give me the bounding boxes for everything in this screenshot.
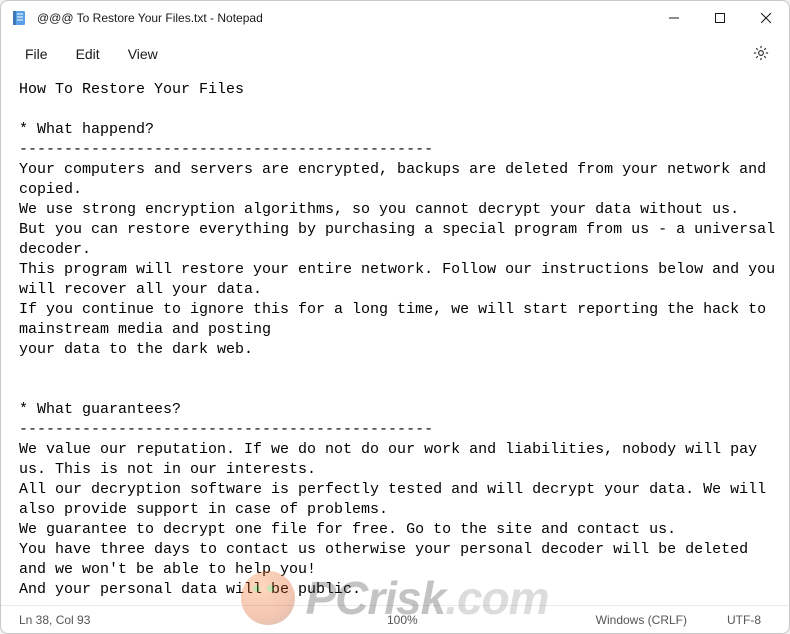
minimize-button[interactable] — [651, 2, 697, 34]
menu-view[interactable]: View — [114, 40, 172, 68]
editor-area: How To Restore Your Files * What happend… — [1, 73, 789, 605]
status-encoding: UTF-8 — [707, 613, 781, 627]
settings-button[interactable] — [743, 36, 779, 72]
window-title: @@@ To Restore Your Files.txt - Notepad — [37, 11, 263, 25]
notepad-window: @@@ To Restore Your Files.txt - Notepad … — [0, 0, 790, 634]
maximize-button[interactable] — [697, 2, 743, 34]
titlebar: @@@ To Restore Your Files.txt - Notepad — [1, 1, 789, 35]
status-cursor: Ln 38, Col 93 — [9, 613, 229, 627]
menu-file[interactable]: File — [11, 40, 62, 68]
close-button[interactable] — [743, 2, 789, 34]
statusbar: Ln 38, Col 93 100% Windows (CRLF) UTF-8 — [1, 605, 789, 633]
gear-icon — [752, 44, 770, 65]
menubar: File Edit View — [1, 35, 789, 73]
text-editor[interactable]: How To Restore Your Files * What happend… — [1, 74, 789, 605]
notepad-icon — [11, 10, 27, 26]
menu-edit[interactable]: Edit — [62, 40, 114, 68]
status-zoom: 100% — [387, 613, 418, 627]
status-line-ending: Windows (CRLF) — [576, 613, 707, 627]
